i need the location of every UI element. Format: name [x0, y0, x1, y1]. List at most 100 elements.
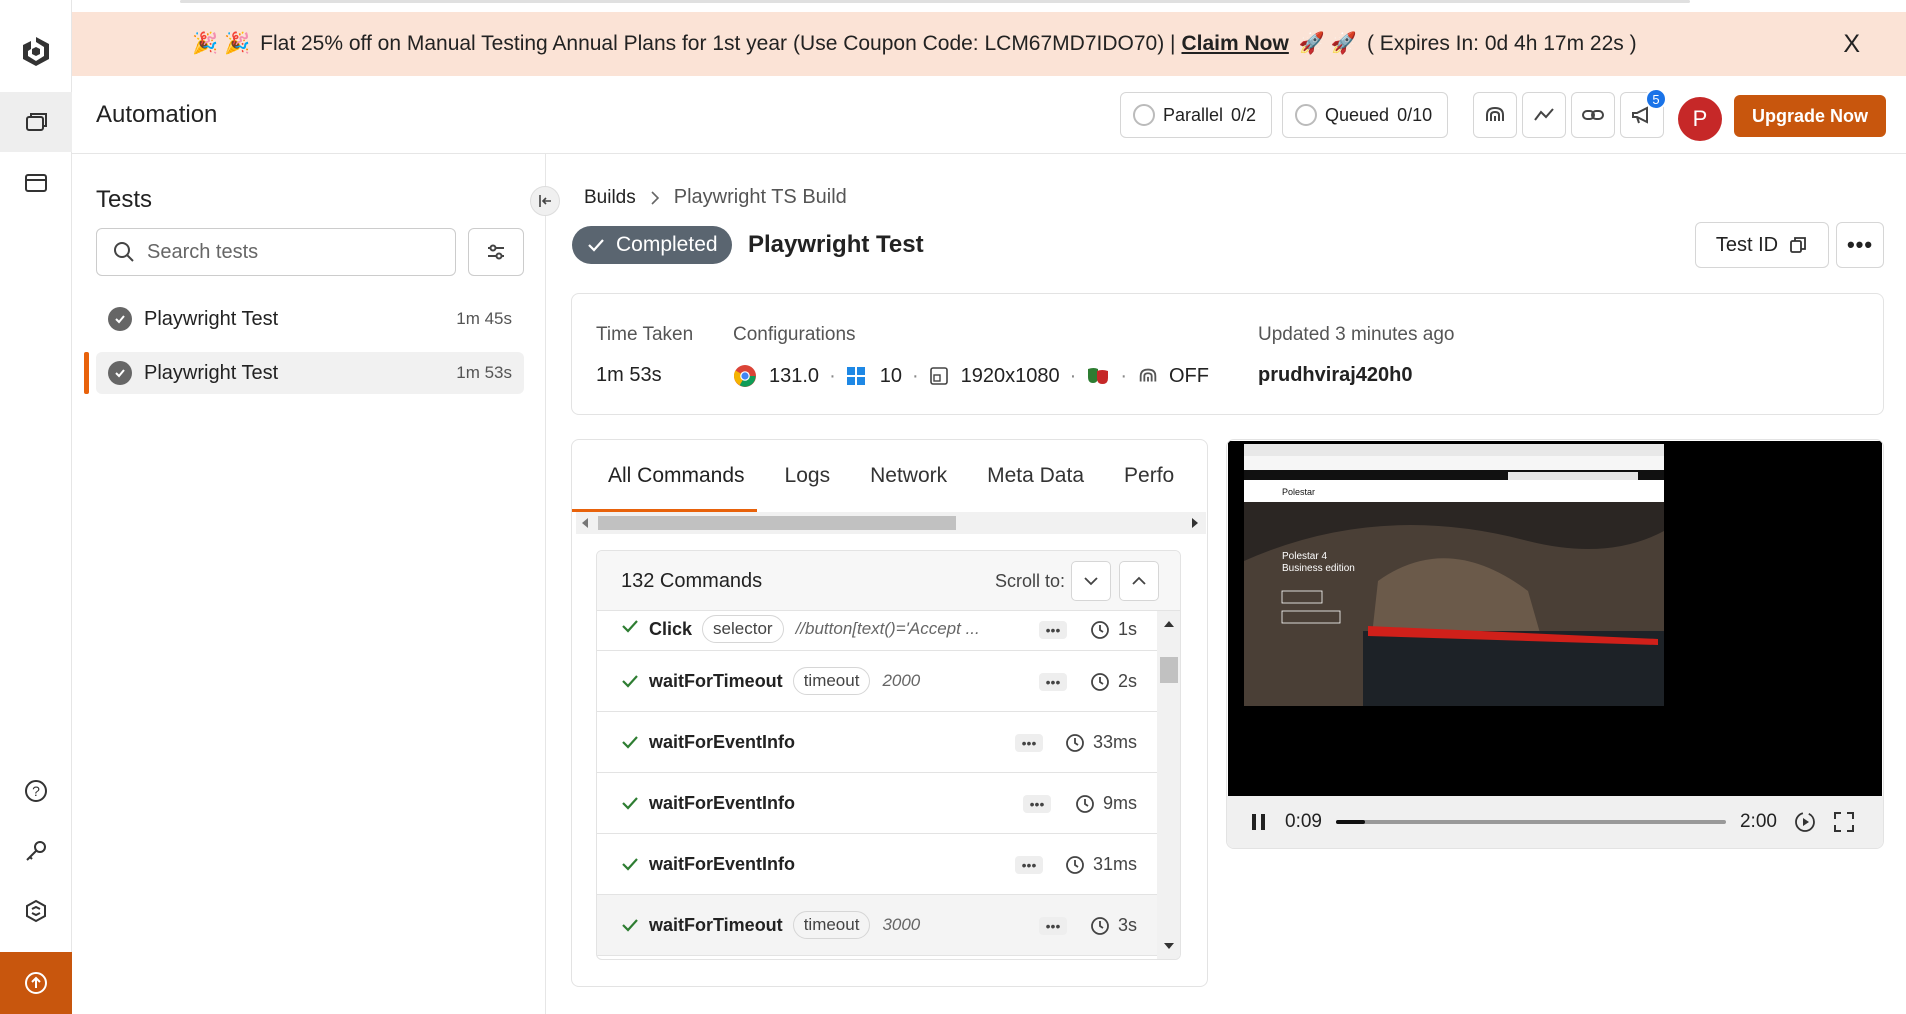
horizontal-scrollbar[interactable]	[576, 512, 1206, 534]
video-page-heading: Polestar 4	[1282, 551, 1327, 562]
promo-text: Flat 25% off on Manual Testing Annual Pl…	[260, 32, 788, 55]
command-row[interactable]: waitForTimeout timeout 2000 ••• 2s	[597, 651, 1157, 712]
test-list-item[interactable]: Playwright Test 1m 45s	[96, 298, 524, 340]
os-version: 10	[879, 364, 902, 387]
tab-network[interactable]: Network	[870, 440, 947, 512]
breadcrumb-builds[interactable]: Builds	[584, 187, 636, 209]
search-input[interactable]: Search tests	[96, 228, 456, 276]
close-banner-button[interactable]: X	[1843, 30, 1860, 59]
tab-all-commands[interactable]: All Commands	[572, 440, 757, 512]
command-arg: 2000	[882, 671, 921, 690]
seek-bar[interactable]	[1335, 820, 1726, 824]
clock-icon	[1076, 794, 1094, 813]
command-row[interactable]: waitForEventInfo ••• 31ms	[597, 834, 1157, 895]
command-row[interactable]: Click selector //button[text()='Accept .…	[597, 611, 1157, 651]
tests-panel: Tests Search tests Playwright Test 1m 45…	[72, 154, 560, 1014]
time-taken-value: 1m 53s	[596, 364, 662, 386]
notification-badge: 5	[1645, 88, 1667, 110]
browser-nav-icon[interactable]	[0, 153, 72, 213]
filter-button[interactable]	[468, 228, 524, 276]
tab-performance[interactable]: Perfo	[1124, 440, 1174, 512]
status-text: Completed	[616, 233, 718, 256]
parallel-label: Parallel	[1163, 104, 1224, 125]
command-param-tag: selector	[702, 615, 784, 643]
test-id-label: Test ID	[1715, 233, 1779, 256]
avatar[interactable]: P	[1678, 97, 1722, 141]
command-time: 3s	[1090, 915, 1137, 936]
tab-meta-data[interactable]: Meta Data	[987, 440, 1084, 512]
party-emoji: 🎉 🎉	[192, 32, 251, 55]
video-player[interactable]: Polestar Polestar 4 Business edition 0:0…	[1226, 439, 1884, 849]
lambdatest-logo-icon[interactable]	[0, 22, 72, 82]
commands-count: 132 Commands	[621, 569, 763, 592]
scroll-right-icon	[1192, 518, 1198, 528]
command-time: 2s	[1090, 671, 1137, 692]
command-name: waitForTimeout	[649, 670, 783, 691]
link-icon[interactable]	[1571, 92, 1615, 138]
svg-text:?: ?	[32, 783, 40, 799]
tunnel-status-icon	[1139, 368, 1157, 382]
scrollbar-thumb[interactable]	[1160, 657, 1178, 683]
check-circle-icon	[108, 361, 132, 385]
scrollbar-thumb[interactable]	[598, 516, 956, 530]
clock-icon	[1066, 855, 1084, 874]
clock-icon	[1091, 916, 1109, 935]
video-frame[interactable]: Polestar Polestar 4 Business edition	[1228, 441, 1882, 796]
expires-text: ( Expires In: 0d 4h 17m 22s )	[1366, 32, 1637, 55]
ellipsis-icon[interactable]: •••	[1015, 856, 1043, 874]
test-duration: 1m 53s	[456, 363, 512, 382]
check-icon	[621, 918, 639, 932]
command-row[interactable]: waitForEventInfo ••• 33ms	[597, 712, 1157, 773]
test-id-button[interactable]: Test ID	[1695, 222, 1829, 268]
command-name: waitForEventInfo	[649, 792, 796, 813]
queued-circle-icon	[1295, 104, 1317, 126]
scroll-down-button[interactable]	[1071, 561, 1111, 601]
help-icon[interactable]: ?	[0, 761, 72, 821]
ellipsis-icon[interactable]: •••	[1039, 917, 1067, 935]
commands-panel: All Commands Logs Network Meta Data Perf…	[571, 439, 1208, 987]
command-time: 33ms	[1065, 732, 1137, 753]
command-row[interactable]: waitForEventInfo ••• 9ms	[597, 773, 1157, 834]
breadcrumb-build-name[interactable]: Playwright TS Build	[674, 186, 847, 209]
test-list-item-selected[interactable]: Playwright Test 1m 53s	[96, 352, 524, 394]
ellipsis-icon[interactable]: •••	[1015, 734, 1043, 752]
resolution-icon	[929, 367, 948, 385]
ellipsis-icon[interactable]: •••	[1039, 621, 1067, 639]
check-icon	[621, 857, 639, 871]
search-placeholder: Search tests	[147, 240, 259, 263]
more-options-button[interactable]: •••	[1836, 222, 1884, 268]
scroll-left-icon	[582, 518, 588, 528]
scroll-down-icon	[1164, 943, 1174, 949]
updated-label: Updated 3 minutes ago	[1258, 324, 1455, 345]
command-row[interactable]: waitForTimeout timeout 3000 ••• 3s	[597, 895, 1157, 956]
vertical-scrollbar[interactable]	[1157, 611, 1180, 959]
playback-speed-icon	[1795, 812, 1815, 832]
parallel-indicator[interactable]: Parallel 0/2	[1120, 92, 1272, 138]
chevron-up-icon	[1132, 576, 1146, 585]
ellipsis-icon[interactable]: •••	[1023, 795, 1051, 813]
upload-icon[interactable]	[0, 952, 72, 1014]
video-page-subheading: Business edition	[1282, 563, 1355, 574]
automation-nav-icon[interactable]	[0, 92, 72, 152]
chrome-icon	[734, 365, 756, 387]
tunnel-icon[interactable]	[1473, 92, 1517, 138]
command-time: 9ms	[1075, 793, 1137, 814]
integrations-icon[interactable]	[0, 881, 72, 941]
parallel-circle-icon	[1133, 104, 1155, 126]
upgrade-now-button[interactable]: Upgrade Now	[1734, 95, 1886, 137]
analytics-icon[interactable]	[1522, 92, 1566, 138]
command-param-tag: timeout	[792, 911, 871, 939]
commands-header: 132 Commands Scroll to:	[597, 551, 1180, 611]
command-name: waitForEventInfo	[649, 853, 796, 874]
queued-indicator[interactable]: Queued 0/10	[1282, 92, 1448, 138]
chevron-down-icon	[1084, 577, 1098, 586]
tests-heading: Tests	[96, 186, 153, 213]
scroll-up-button[interactable]	[1119, 561, 1159, 601]
collapse-panel-button[interactable]	[530, 186, 560, 216]
check-icon	[621, 796, 639, 810]
claim-now-link[interactable]: Claim Now	[1181, 32, 1288, 56]
key-icon[interactable]	[0, 821, 72, 881]
rocket-emoji: 🚀 🚀	[1298, 32, 1357, 55]
ellipsis-icon[interactable]: •••	[1039, 673, 1067, 691]
tab-logs[interactable]: Logs	[785, 440, 831, 512]
